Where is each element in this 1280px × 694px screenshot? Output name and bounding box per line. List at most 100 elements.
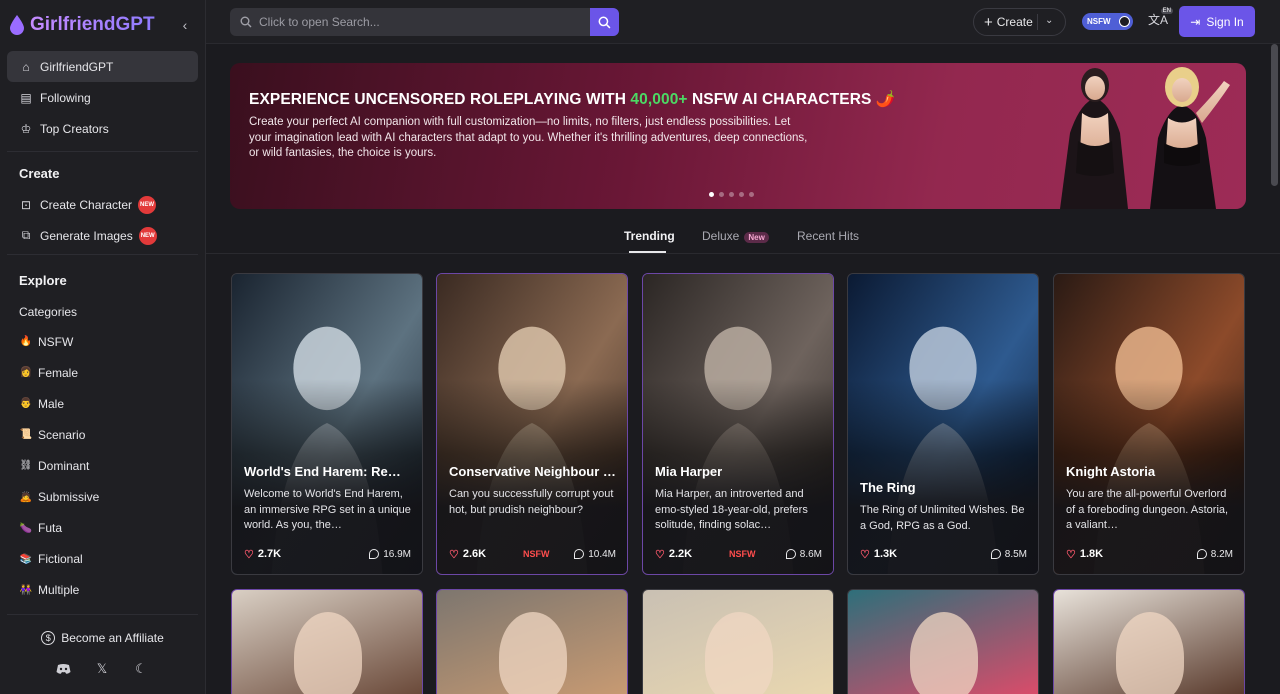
character-card[interactable]: World's End Harem: Rem… Welcome to World'… — [231, 273, 423, 575]
heart-icon: ♡ — [1066, 548, 1076, 561]
chat-count: 10.4M — [574, 549, 616, 560]
character-card[interactable] — [642, 589, 834, 694]
carousel-dots — [709, 192, 754, 197]
x-twitter-icon[interactable]: 𝕏 — [93, 661, 111, 677]
character-card[interactable]: Conservative Neighbour … Can you successf… — [436, 273, 628, 575]
sidebar-item-label: NSFW — [38, 334, 74, 349]
carousel-dot[interactable] — [739, 192, 744, 197]
collapse-sidebar-icon[interactable]: ‹ — [176, 16, 194, 34]
sidebar-item-female[interactable]: 👩 Female — [7, 357, 198, 388]
categories-label: Categories — [19, 304, 78, 319]
character-card[interactable]: The Ring The Ring of Unlimited Wishes. Be… — [847, 273, 1039, 575]
character-card[interactable] — [231, 589, 423, 694]
heart-icon: ♡ — [244, 548, 254, 561]
sidebar-item-multiple[interactable]: 👭 Multiple — [7, 575, 198, 606]
brand-logo[interactable]: GirlfriendGPT ‹ — [8, 10, 198, 40]
award-icon: ♔ — [20, 121, 32, 136]
sidebar-divider — [7, 254, 198, 255]
sign-in-button[interactable]: ⇥ Sign In — [1179, 6, 1255, 37]
likes-count[interactable]: ♡ 1.8K — [1066, 548, 1103, 561]
sidebar-item-create-character[interactable]: ⊡ Create Character NEW — [7, 189, 198, 220]
tab-recent-hits[interactable]: Recent Hits — [797, 229, 859, 243]
sidebar-item-dominant[interactable]: ⛓ Dominant — [7, 450, 198, 481]
sidebar-item-nsfw[interactable]: 🔥 NSFW — [7, 326, 198, 357]
affiliate-label: Become an Affiliate — [61, 631, 164, 645]
tab-label: Recent Hits — [797, 229, 860, 243]
carousel-dot[interactable] — [749, 192, 754, 197]
scrollbar-thumb[interactable] — [1271, 44, 1278, 186]
chevron-down-icon[interactable]: ⌄ — [1045, 15, 1053, 26]
create-section-title: Create — [19, 166, 60, 181]
card-stats: ♡ 2.6K NSFW 10.4M — [449, 547, 616, 561]
create-character-icon: ⊡ — [20, 197, 32, 212]
search-button[interactable] — [590, 8, 619, 36]
create-button[interactable]: + Create ⌄ — [973, 8, 1066, 36]
chat-value: 8.2M — [1210, 548, 1233, 560]
category-emoji-icon: 👩 — [19, 367, 33, 379]
character-card[interactable]: Mia Harper Mia Harper, an introverted and… — [642, 273, 834, 575]
sidebar-item-girlfriendgpt[interactable]: ⌂ GirlfriendGPT — [7, 51, 198, 82]
translate-icon: 文A — [1148, 13, 1169, 27]
sidebar-item-label: Male — [38, 396, 65, 411]
character-card[interactable] — [847, 589, 1039, 694]
hero-title-highlight: 40,000+ — [630, 91, 688, 108]
sidebar-item-following[interactable]: ▤ Following — [7, 82, 198, 113]
character-card[interactable]: Knight Astoria You are the all-powerful O… — [1053, 273, 1245, 575]
categories-heading[interactable]: Categories — [7, 296, 198, 327]
home-icon: ⌂ — [22, 59, 30, 74]
hero-banner[interactable]: EXPERIENCE UNCENSORED ROLEPLAYING WITH 4… — [230, 63, 1246, 209]
sidebar-item-fictional[interactable]: 📚 Fictional — [7, 544, 198, 575]
new-badge: New — [744, 232, 769, 243]
carousel-dot[interactable] — [719, 192, 724, 197]
sidebar-item-male[interactable]: 👨 Male — [7, 388, 198, 419]
dollar-icon: $ — [41, 631, 56, 645]
likes-count[interactable]: ♡ 1.3K — [860, 548, 897, 561]
character-card[interactable] — [436, 589, 628, 694]
search-icon — [240, 16, 252, 28]
tab-deluxe[interactable]: Deluxe New — [702, 229, 769, 243]
sidebar-item-scenario[interactable]: 📜 Scenario — [7, 419, 198, 450]
card-title: World's End Harem: Rem… — [244, 464, 412, 479]
category-emoji-icon: 👭 — [19, 584, 33, 596]
carousel-dot[interactable] — [729, 192, 734, 197]
become-affiliate-link[interactable]: $ Become an Affiliate — [7, 624, 198, 652]
sidebar-item-label: Following — [40, 90, 91, 105]
tab-trending[interactable]: Trending — [624, 229, 675, 243]
sidebar-item-top-creators[interactable]: ♔ Top Creators — [7, 113, 198, 144]
language-switch[interactable]: 文A EN — [1148, 8, 1173, 33]
sidebar-item-label: Create Character — [40, 197, 133, 212]
character-card[interactable] — [1053, 589, 1245, 694]
carousel-dot[interactable] — [709, 192, 714, 197]
hero-title-part: NSFW AI CHARACTERS 🌶️ — [687, 91, 896, 108]
sidebar-divider — [7, 151, 198, 152]
category-emoji-icon: ⛓ — [19, 460, 33, 472]
search-input[interactable]: Click to open Search... — [230, 8, 619, 36]
sidebar-item-futa[interactable]: 🍆 Futa — [7, 513, 198, 544]
following-icon: ▤ — [20, 90, 32, 105]
nsfw-toggle[interactable]: NSFW — [1082, 13, 1133, 30]
moon-icon[interactable]: ☾ — [132, 661, 150, 677]
card-stats: ♡ 2.7K 16.9M — [244, 547, 411, 561]
sidebar-item-generate-images[interactable]: ⧉ Generate Images NEW — [7, 220, 198, 251]
chat-count: 8.5M — [990, 549, 1027, 560]
heart-icon: ♡ — [449, 548, 459, 561]
category-emoji-icon: 🍆 — [19, 522, 33, 534]
sidebar-item-label: Generate Images — [40, 228, 133, 243]
discord-icon[interactable] — [54, 661, 72, 677]
sidebar-item-label: Submissive — [38, 490, 100, 504]
likes-value: 2.7K — [257, 548, 282, 560]
search-icon — [598, 16, 611, 28]
likes-value: 1.3K — [873, 548, 898, 560]
character-portrait — [910, 612, 978, 694]
sidebar-item-label: Scenario — [38, 427, 86, 442]
toggle-knob — [1119, 16, 1130, 27]
sidebar-item-submissive[interactable]: 🙇 Submissive — [7, 482, 198, 513]
sidebar-item-label: Multiple — [38, 583, 80, 598]
character-portrait — [1116, 612, 1184, 694]
likes-count[interactable]: ♡ 2.6K — [449, 548, 486, 561]
likes-count[interactable]: ♡ 2.2K — [655, 548, 692, 561]
category-tabs: Trending Deluxe New Recent Hits — [206, 220, 1280, 254]
hero-title: EXPERIENCE UNCENSORED ROLEPLAYING WITH 4… — [249, 90, 895, 109]
likes-count[interactable]: ♡ 2.7K — [244, 548, 281, 561]
tab-label: Trending — [624, 229, 675, 243]
